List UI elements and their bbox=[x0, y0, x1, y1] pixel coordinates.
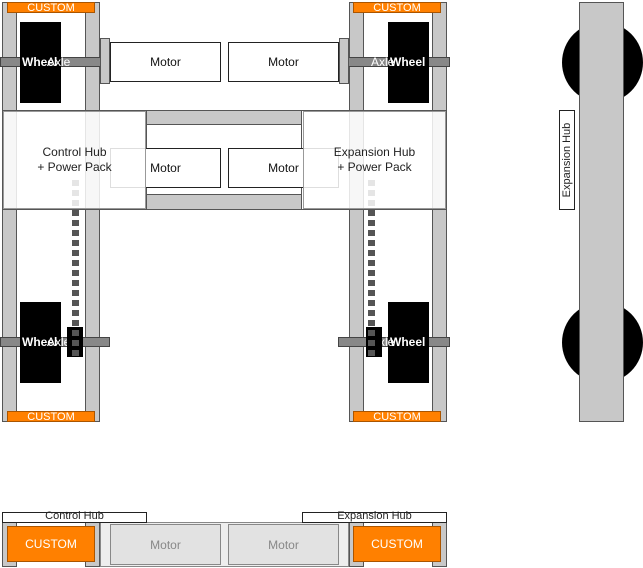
front-left-wheel-label-group: Axle Wheel bbox=[22, 55, 82, 69]
front-right-wheel-label: Wheel bbox=[390, 55, 426, 69]
expansion-hub-line2: + Power Pack bbox=[337, 160, 412, 174]
custom-rear-right-label: CUSTOM bbox=[373, 410, 421, 423]
side-view: Expansion Hub bbox=[555, 0, 643, 424]
rear-right-wheel-label: Wheel bbox=[390, 335, 426, 349]
front-view: Control Hub Expansion Hub CUSTOM CUSTOM … bbox=[0, 510, 450, 568]
front-view-motor-left: Motor bbox=[110, 524, 221, 565]
side-expansion-hub: Expansion Hub bbox=[559, 110, 575, 210]
custom-rear-left-label: CUSTOM bbox=[27, 410, 75, 423]
front-view-custom-right: CUSTOM bbox=[353, 526, 441, 562]
side-expansion-hub-label: Expansion Hub bbox=[561, 122, 573, 198]
rear-left-wheel-label: Wheel bbox=[22, 335, 58, 349]
front-left-motor-label: Motor bbox=[150, 55, 181, 69]
custom-rear-left: CUSTOM bbox=[7, 410, 95, 423]
front-left-motor: Motor bbox=[110, 42, 221, 82]
custom-front-right-label: CUSTOM bbox=[373, 1, 421, 14]
front-view-motor-right: Motor bbox=[228, 524, 339, 565]
front-view-motor-right-label: Motor bbox=[268, 537, 299, 552]
custom-rear-right: CUSTOM bbox=[353, 410, 441, 423]
side-rail bbox=[579, 2, 624, 422]
control-hub-line1: Control Hub bbox=[42, 145, 107, 159]
custom-front-left-label: CUSTOM bbox=[27, 1, 75, 14]
front-view-custom-right-label: CUSTOM bbox=[371, 537, 423, 551]
control-hub-line2: + Power Pack bbox=[37, 160, 112, 174]
custom-front-right: CUSTOM bbox=[353, 1, 441, 14]
front-left-wheel-label: Wheel bbox=[22, 55, 58, 69]
front-view-custom-left: CUSTOM bbox=[7, 526, 95, 562]
front-right-motor: Motor bbox=[228, 42, 339, 82]
front-view-expansion-hub-label: Expansion Hub bbox=[337, 510, 412, 522]
front-view-control-hub: Control Hub bbox=[2, 510, 147, 523]
expansion-hub-line1: Expansion Hub bbox=[333, 145, 416, 159]
custom-front-left: CUSTOM bbox=[7, 1, 95, 14]
top-view: CUSTOM CUSTOM CUSTOM CUSTOM Axle Wheel A… bbox=[0, 0, 450, 424]
front-view-expansion-hub: Expansion Hub bbox=[302, 510, 447, 523]
front-view-custom-left-label: CUSTOM bbox=[25, 537, 77, 551]
front-right-motor-label: Motor bbox=[268, 55, 299, 69]
front-right-motor-mount bbox=[339, 38, 349, 84]
control-hub: Control Hub + Power Pack bbox=[3, 111, 146, 209]
front-right-wheel-label-group: Axle Wheel bbox=[371, 55, 431, 69]
front-view-control-hub-label: Control Hub bbox=[45, 510, 104, 522]
front-view-motor-left-label: Motor bbox=[150, 537, 181, 552]
expansion-hub: Expansion Hub + Power Pack bbox=[303, 111, 446, 209]
front-left-motor-mount bbox=[100, 38, 110, 84]
